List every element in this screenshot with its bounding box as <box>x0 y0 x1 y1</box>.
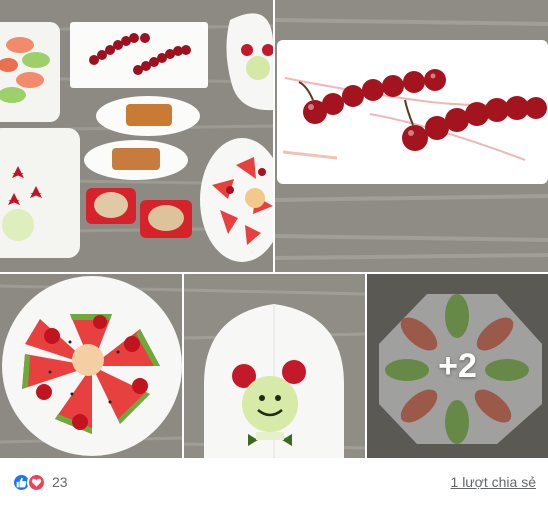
share-count-link[interactable]: 1 lượt chia sẻ <box>451 474 536 490</box>
reaction-icons <box>12 472 46 492</box>
love-heart-glyph <box>31 478 42 487</box>
photo-watermelon-flower-image <box>0 274 182 458</box>
photo-watermelon-flower[interactable] <box>0 274 182 458</box>
photo-fruit-collage-image <box>0 0 273 272</box>
photo-cherry-caterpillar-image <box>275 0 548 272</box>
post-footer: 23 1 lượt chia sẻ <box>0 458 548 506</box>
reactions-summary[interactable]: 23 <box>12 472 68 492</box>
more-photos-count: +2 <box>438 346 477 385</box>
love-icon <box>27 472 46 492</box>
photo-cherry-caterpillar[interactable] <box>275 0 548 272</box>
photo-guava-flower[interactable]: +2 <box>367 274 548 458</box>
more-photos-overlay[interactable]: +2 <box>367 274 548 458</box>
photo-fruit-collage[interactable] <box>0 0 273 272</box>
like-thumb-glyph <box>16 477 27 487</box>
reaction-count: 23 <box>52 474 68 490</box>
photo-grid: +2 <box>0 0 548 458</box>
photo-frog-face-image <box>184 274 365 458</box>
photo-frog-face[interactable] <box>184 274 365 458</box>
